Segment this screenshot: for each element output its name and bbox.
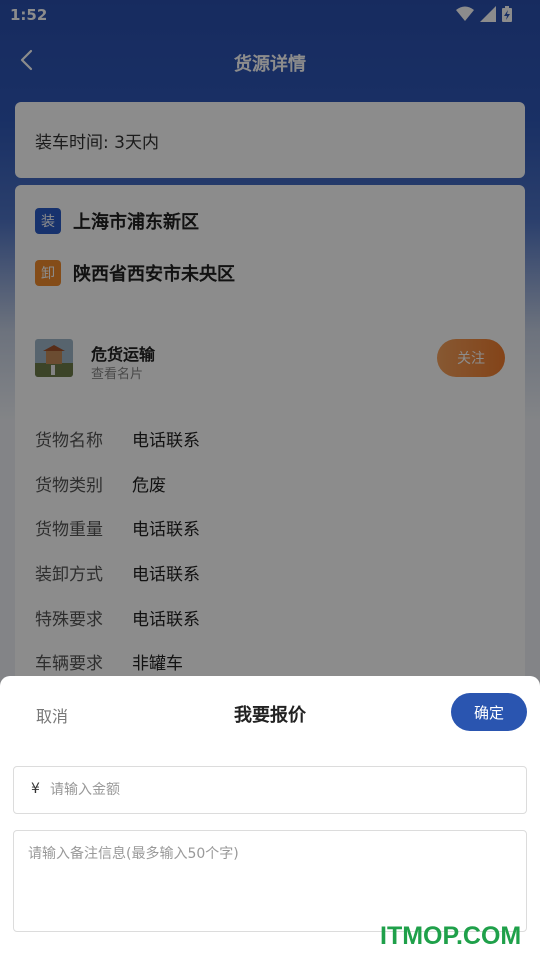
amount-field[interactable]: ¥ [13,766,527,814]
remark-input[interactable] [28,843,514,923]
currency-symbol: ¥ [31,781,40,797]
amount-input[interactable] [50,775,510,805]
remark-field[interactable] [13,830,527,932]
quote-bottom-sheet: 取消 我要报价 确定 ¥ [0,676,540,960]
confirm-button[interactable]: 确定 [451,693,527,731]
watermark: ITMOP.COM [380,922,522,950]
